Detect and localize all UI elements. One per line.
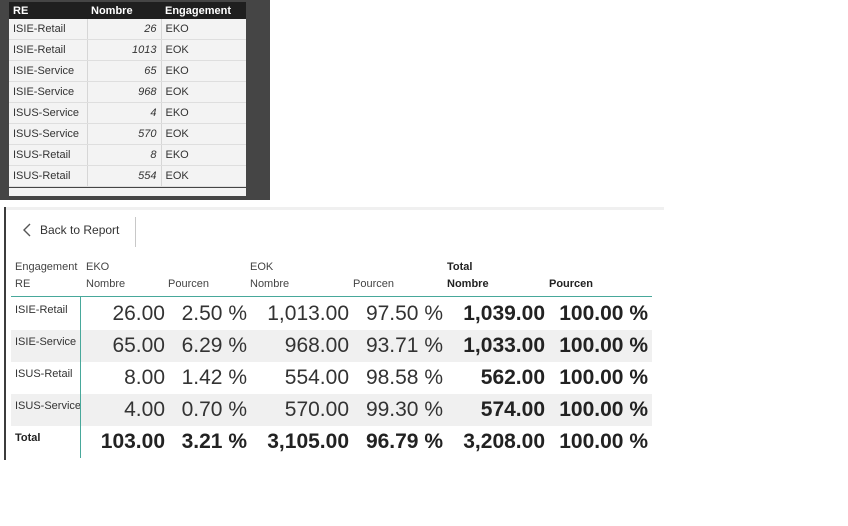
source-row[interactable]: ISIE-Retail 1013 EOK — [9, 39, 246, 61]
source-cell-nombre: 968 — [87, 81, 162, 103]
cell-eko-nombre: 65.00 — [112, 334, 165, 357]
cell-eko-pourcen: 1.42 % — [181, 366, 247, 389]
panel-top-border — [4, 207, 664, 210]
header-underline — [11, 296, 652, 297]
header-col-pourcen[interactable]: Pourcen — [353, 278, 394, 290]
source-cell-nombre: 65 — [87, 60, 162, 82]
matrix-row[interactable]: ISIE-Retail 26.00 2.50 % 1,013.00 97.50 … — [11, 298, 652, 330]
source-cell-engagement: EOK — [161, 81, 246, 103]
source-cell-engagement: EKO — [161, 19, 246, 40]
cell-eok-nombre: 1,013.00 — [267, 302, 349, 325]
source-cell-nombre: 554 — [87, 165, 162, 187]
cell-total-nombre: 1,033.00 — [463, 334, 545, 357]
row-label: ISIE-Retail — [15, 304, 68, 316]
header-engagement-label: Engagement — [15, 261, 78, 273]
header-group-total[interactable]: Total — [447, 261, 472, 273]
source-header-re[interactable]: RE — [9, 2, 87, 19]
header-col-nombre-total[interactable]: Nombre — [447, 278, 489, 290]
source-data-view: RE Nombre Engagement ISIE-Retail 26 EKO … — [0, 0, 270, 200]
source-row[interactable]: ISUS-Service 570 EOK — [9, 123, 246, 145]
chevron-left-icon — [23, 223, 31, 237]
source-cell-re: ISUS-Retail — [9, 144, 88, 166]
header-col-pourcen-total[interactable]: Pourcen — [549, 278, 593, 290]
cell-eok-nombre: 968.00 — [284, 334, 349, 357]
source-cell-nombre: 570 — [87, 123, 162, 145]
cell-grand-total-pourcen: 100.00 % — [559, 430, 648, 453]
cell-total-nombre: 562.00 — [480, 366, 545, 389]
row-header-separator — [80, 296, 81, 458]
source-cell-engagement: EKO — [161, 102, 246, 124]
cell-eko-nombre: 4.00 — [124, 398, 165, 421]
source-data-table: RE Nombre Engagement ISIE-Retail 26 EKO … — [9, 2, 246, 187]
cell-eok-pourcen: 93.71 % — [365, 334, 443, 357]
source-cell-engagement: EOK — [161, 165, 246, 187]
cell-eko-pourcen: 0.70 % — [181, 398, 247, 421]
cell-eok-pourcen: 97.50 % — [365, 302, 443, 325]
matrix-row[interactable]: ISIE-Service 65.00 6.29 % 968.00 93.71 %… — [11, 330, 652, 362]
back-divider — [135, 217, 136, 247]
cell-eok-pourcen: 99.30 % — [365, 398, 443, 421]
source-cell-re: ISIE-Retail — [9, 19, 88, 40]
source-cell-engagement: EOK — [161, 123, 246, 145]
header-col-nombre[interactable]: Nombre — [86, 278, 125, 290]
cell-eko-pourcen-total: 3.21 % — [181, 430, 247, 453]
source-cell-engagement: EKO — [161, 60, 246, 82]
source-header-nombre[interactable]: Nombre — [87, 2, 161, 19]
cell-total-nombre: 574.00 — [480, 398, 545, 421]
header-group-eko[interactable]: EKO — [86, 261, 109, 273]
source-header-row: RE Nombre Engagement — [9, 2, 246, 19]
source-cell-re: ISUS-Service — [9, 102, 88, 124]
source-row[interactable]: ISIE-Retail 26 EKO — [9, 19, 246, 40]
source-cell-engagement: EOK — [161, 39, 246, 61]
cell-total-nombre: 1,039.00 — [463, 302, 545, 325]
source-cell-re: ISIE-Service — [9, 60, 88, 82]
source-row[interactable]: ISIE-Service 65 EKO — [9, 60, 246, 82]
header-col-nombre[interactable]: Nombre — [250, 278, 289, 290]
matrix-total-row[interactable]: Total 103.00 3.21 % 3,105.00 96.79 % 3,2… — [11, 426, 652, 458]
source-header-engagement[interactable]: Engagement — [161, 2, 246, 19]
source-row[interactable]: ISIE-Service 968 EOK — [9, 81, 246, 103]
source-row[interactable]: ISUS-Retail 8 EKO — [9, 144, 246, 166]
row-label: ISUS-Retail — [15, 368, 73, 380]
cell-total-pourcen: 100.00 % — [559, 334, 648, 357]
source-row[interactable]: ISUS-Service 4 EKO — [9, 102, 246, 124]
cell-eko-pourcen: 6.29 % — [181, 334, 247, 357]
cell-eko-nombre: 26.00 — [112, 302, 165, 325]
source-cell-nombre: 4 — [87, 102, 162, 124]
cell-eko-nombre-total: 103.00 — [100, 430, 165, 453]
report-matrix-panel: Back to Report Engagement RE EKO EOK Tot… — [4, 207, 664, 460]
cell-total-pourcen: 100.00 % — [559, 366, 648, 389]
panel-left-border — [4, 207, 6, 460]
cell-eok-pourcen-total: 96.79 % — [365, 430, 443, 453]
cell-eko-nombre: 8.00 — [124, 366, 165, 389]
matrix-row[interactable]: ISUS-Retail 8.00 1.42 % 554.00 98.58 % 5… — [11, 362, 652, 394]
source-cell-re: ISIE-Retail — [9, 39, 88, 61]
source-cell-re: ISUS-Retail — [9, 165, 88, 187]
source-table-padding — [9, 188, 246, 196]
header-group-eok[interactable]: EOK — [250, 261, 273, 273]
header-col-pourcen[interactable]: Pourcen — [168, 278, 209, 290]
source-cell-re: ISIE-Service — [9, 81, 88, 103]
source-cell-engagement: EKO — [161, 144, 246, 166]
total-row-label: Total — [15, 432, 41, 444]
row-label: ISUS-Service — [15, 400, 82, 412]
matrix-row[interactable]: ISUS-Service 4.00 0.70 % 570.00 99.30 % … — [11, 394, 652, 426]
source-cell-nombre: 8 — [87, 144, 162, 166]
row-label: ISIE-Service — [15, 336, 77, 348]
source-cell-nombre: 26 — [87, 19, 162, 40]
cell-eok-nombre-total: 3,105.00 — [267, 430, 349, 453]
cell-grand-total-nombre: 3,208.00 — [463, 430, 545, 453]
back-to-report-label: Back to Report — [40, 223, 120, 237]
cell-eok-nombre: 554.00 — [284, 366, 349, 389]
source-row[interactable]: ISUS-Retail 554 EOK — [9, 165, 246, 187]
cell-eok-nombre: 570.00 — [284, 398, 349, 421]
cell-eko-pourcen: 2.50 % — [181, 302, 247, 325]
cell-total-pourcen: 100.00 % — [559, 398, 648, 421]
cell-eok-pourcen: 98.58 % — [365, 366, 443, 389]
source-cell-nombre: 1013 — [87, 39, 162, 61]
header-re-label: RE — [15, 278, 31, 290]
source-cell-re: ISUS-Service — [9, 123, 88, 145]
back-to-report-button[interactable]: Back to Report — [22, 223, 119, 237]
cell-total-pourcen: 100.00 % — [559, 302, 648, 325]
